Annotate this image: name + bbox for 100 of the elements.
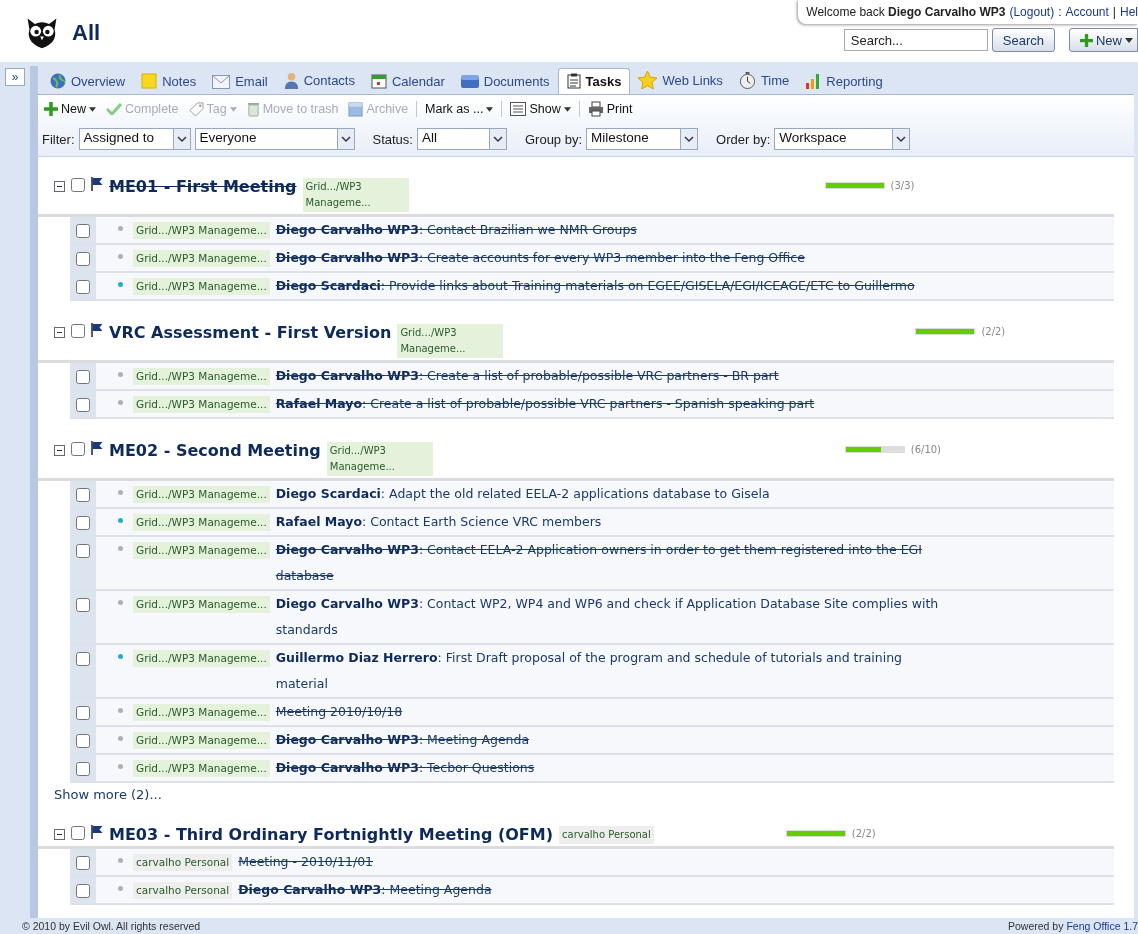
toolbar-button[interactable]: New (42, 102, 98, 116)
tab[interactable]: Contacts (275, 68, 363, 94)
task-title[interactable]: Diego Carvalho WP3: Create a list of probable/possible VRC partners - BR part (275, 363, 944, 389)
task-title[interactable]: Guillermo Diaz Herrero: First Draft proposal of the program and schedule of tutorials and training material (275, 645, 944, 697)
checkbox[interactable] (76, 224, 90, 238)
checkbox[interactable] (76, 706, 90, 720)
task-title[interactable]: Meeting - 2010/11/01 (238, 849, 944, 875)
account-link[interactable]: Account (1065, 5, 1109, 19)
toolbar-button[interactable]: Show (508, 102, 573, 116)
workspace-tag[interactable]: Grid.../WP3 Manageme... (326, 442, 433, 476)
folder-icon (460, 74, 479, 89)
workspace-tag[interactable]: Grid.../WP3 Manageme... (133, 542, 270, 559)
note-icon (141, 73, 158, 89)
filter-label: Order by: (716, 131, 771, 147)
tab[interactable]: Web Links (630, 67, 731, 94)
workspace-tag[interactable]: Grid.../WP3 Manageme... (133, 596, 270, 613)
welcome-text: Welcome back Diego Carvalho WP3 (806, 5, 1006, 19)
checkbox[interactable] (76, 734, 90, 748)
collapse-icon[interactable] (54, 327, 65, 338)
checkbox[interactable] (76, 884, 90, 898)
checkbox[interactable] (71, 826, 85, 840)
powered-by-text: Powered by (1008, 920, 1064, 932)
help-link[interactable]: Hel (1120, 5, 1138, 19)
flag-icon (91, 441, 103, 455)
tab[interactable]: Email (204, 70, 276, 94)
task-title[interactable]: Diego Carvalho WP3: Meeting Agenda (275, 727, 944, 753)
tab[interactable]: Tasks (557, 68, 631, 94)
workspace-tag[interactable]: Grid.../WP3 Manageme... (133, 704, 270, 721)
flag-icon (91, 825, 103, 839)
workspace-tag[interactable]: Grid.../WP3 Manageme... (133, 486, 270, 503)
task-title[interactable]: Diego Carvalho WP3: Meeting Agenda (238, 877, 944, 903)
product-link[interactable]: Feng Office 1.7 (1066, 920, 1138, 932)
checkbox[interactable] (76, 488, 90, 502)
milestone-title[interactable]: ME01 - First Meeting (109, 177, 297, 196)
tab[interactable]: Time (730, 68, 798, 94)
workspace-tag[interactable]: carvalho Personal (133, 854, 233, 871)
collapse-icon[interactable] (54, 181, 65, 192)
tab[interactable]: Overview (42, 69, 134, 94)
workspace-tag[interactable]: Grid.../WP3 Manageme... (133, 222, 270, 239)
task-title[interactable]: Diego Carvalho WP3: Contact EELA-2 Application owners in order to get them registered into the EGI database (275, 537, 944, 589)
clipboard-icon (566, 73, 581, 89)
task-title[interactable]: Diego Carvalho WP3: Contact Brazilian we NMR Groups (275, 217, 944, 243)
task-title[interactable]: Rafael Mayo: Create a list of probable/possible VRC partners - Spanish speaking part (275, 391, 944, 417)
checkbox[interactable] (76, 856, 90, 870)
checkbox[interactable] (76, 252, 90, 266)
checkbox[interactable] (76, 762, 90, 776)
milestone-title[interactable]: VRC Assessment - First Version (109, 323, 392, 342)
search-button[interactable]: Search (991, 28, 1055, 52)
toolbar-button[interactable]: Print (585, 101, 635, 117)
search-field[interactable]: Search... (843, 29, 988, 51)
workspace-tag[interactable]: carvalho Personal (133, 882, 233, 899)
task-title[interactable]: Diego Scardaci: Provide links about Training materials on EGEE/GISELA/EGI/ICEAGE/ETC to Guillermo (275, 273, 944, 299)
workspace-tag[interactable]: Grid.../WP3 Manageme... (397, 324, 504, 358)
workspace-tag[interactable]: Grid.../WP3 Manageme... (133, 650, 270, 667)
tab[interactable]: Documents (452, 70, 558, 94)
workspace-tag[interactable]: Grid.../WP3 Manageme... (133, 368, 270, 385)
checkbox[interactable] (76, 544, 90, 558)
task-title[interactable]: Diego Carvalho WP3: Create accounts for every WP3 member into the Feng Office (275, 245, 944, 271)
expand-sidebar-button[interactable]: » (5, 68, 25, 86)
milestone-title[interactable]: ME02 - Second Meeting (109, 441, 321, 460)
checkbox[interactable] (71, 442, 85, 456)
workspace-tag[interactable]: Grid.../WP3 Manageme... (133, 732, 270, 749)
tab[interactable]: Reporting (797, 69, 891, 94)
dropdown-arrow-icon[interactable] (680, 129, 698, 149)
dropdown-arrow-icon[interactable] (172, 129, 190, 149)
checkbox[interactable] (76, 370, 90, 384)
checkbox[interactable] (76, 598, 90, 612)
checkbox[interactable] (76, 398, 90, 412)
toolbar-button[interactable]: Mark as ... (423, 102, 496, 116)
workspace-tag[interactable]: Grid.../WP3 Manageme... (133, 396, 270, 413)
tab[interactable]: Calendar (363, 69, 453, 94)
workspace-tag[interactable]: Grid.../WP3 Manageme... (302, 178, 409, 212)
dropdown-arrow-icon[interactable] (488, 129, 506, 149)
calendar-icon (371, 73, 387, 89)
task-title[interactable]: Diego Carvalho WP3: Tecbor Questions (275, 755, 944, 781)
show-more-link[interactable]: Show more (2)... (54, 787, 162, 802)
checkbox[interactable] (76, 516, 90, 530)
checkbox[interactable] (71, 324, 85, 338)
trash-icon (246, 101, 260, 117)
tab[interactable]: Notes (133, 69, 205, 94)
collapse-icon[interactable] (54, 445, 65, 456)
collapse-icon[interactable] (54, 829, 65, 840)
task-title[interactable]: Rafael Mayo: Contact Earth Science VRC members (275, 509, 944, 535)
checkbox[interactable] (71, 178, 85, 192)
person-icon (283, 72, 299, 89)
workspace-tag[interactable]: carvalho Personal (559, 826, 654, 844)
workspace-tag[interactable]: Grid.../WP3 Manageme... (133, 514, 270, 531)
workspace-tag[interactable]: Grid.../WP3 Manageme... (133, 278, 270, 295)
task-title[interactable]: Diego Carvalho WP3: Contact WP2, WP4 and WP6 and check if Application Database Site complies with standards (275, 591, 944, 643)
task-title[interactable]: Meeting 2010/10/18 (275, 699, 944, 725)
task-title[interactable]: Diego Scardaci: Adapt the old related EELA-2 applications database to Gisela (275, 481, 944, 507)
dropdown-arrow-icon[interactable] (336, 129, 354, 149)
workspace-tag[interactable]: Grid.../WP3 Manageme... (133, 250, 270, 267)
checkbox[interactable] (76, 652, 90, 666)
logout-link[interactable]: (Logout) (1009, 5, 1055, 19)
dropdown-arrow-icon[interactable] (892, 129, 910, 149)
checkbox[interactable] (76, 280, 90, 294)
workspace-tag[interactable]: Grid.../WP3 Manageme... (133, 760, 270, 777)
new-button[interactable]: New (1069, 28, 1138, 52)
milestone-title[interactable]: ME03 - Third Ordinary Fortnightly Meeting (OFM) (109, 825, 554, 844)
